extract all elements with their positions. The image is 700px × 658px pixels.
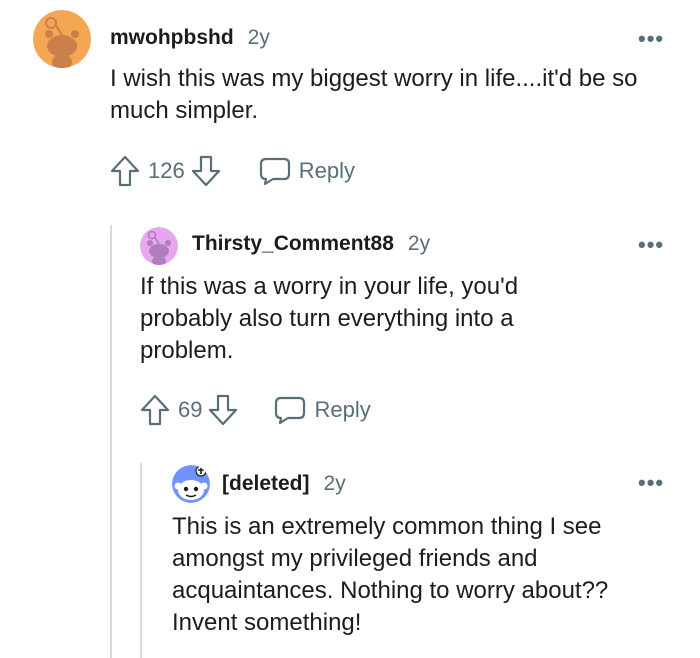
reply-icon	[275, 396, 306, 425]
comment-age: 2y	[407, 232, 431, 255]
deleted-user-avatar-icon	[172, 465, 210, 503]
thread-line-level-1	[110, 225, 112, 658]
thread-line-level-2	[140, 463, 142, 658]
avatar[interactable]	[33, 10, 91, 68]
snoo-avatar-icon	[33, 10, 91, 68]
comment-body: I wish this was my biggest worry in life…	[110, 65, 638, 124]
vote-count: 69	[178, 397, 203, 422]
more-options-button[interactable]: •••	[638, 28, 664, 50]
comment-body: If this was a worry in your life, you'd …	[140, 273, 519, 364]
reply-label: Reply	[298, 158, 355, 183]
avatar[interactable]	[140, 227, 178, 265]
more-options-button[interactable]: •••	[638, 234, 664, 256]
reply-button[interactable]: Reply	[274, 395, 371, 425]
reply-label: Reply	[314, 397, 371, 422]
comment-age: 2y	[247, 26, 270, 49]
downvote-icon[interactable]	[208, 394, 238, 426]
reply-icon	[259, 157, 290, 186]
avatar[interactable]	[172, 465, 210, 503]
username[interactable]: [deleted]	[222, 472, 310, 496]
comment-body: This is an extremely common thing I see …	[172, 513, 609, 636]
comment-age: 2y	[323, 472, 346, 495]
upvote-icon[interactable]	[110, 155, 140, 187]
snoo-avatar-icon	[140, 227, 178, 265]
more-options-button[interactable]: •••	[638, 472, 664, 494]
upvote-icon[interactable]	[140, 394, 170, 426]
reply-button[interactable]: Reply	[259, 156, 355, 186]
vote-count: 126	[148, 158, 185, 183]
username[interactable]: Thirsty_Comment88	[192, 232, 394, 256]
downvote-icon[interactable]	[191, 155, 221, 187]
username[interactable]: mwohpbshd	[110, 26, 234, 50]
